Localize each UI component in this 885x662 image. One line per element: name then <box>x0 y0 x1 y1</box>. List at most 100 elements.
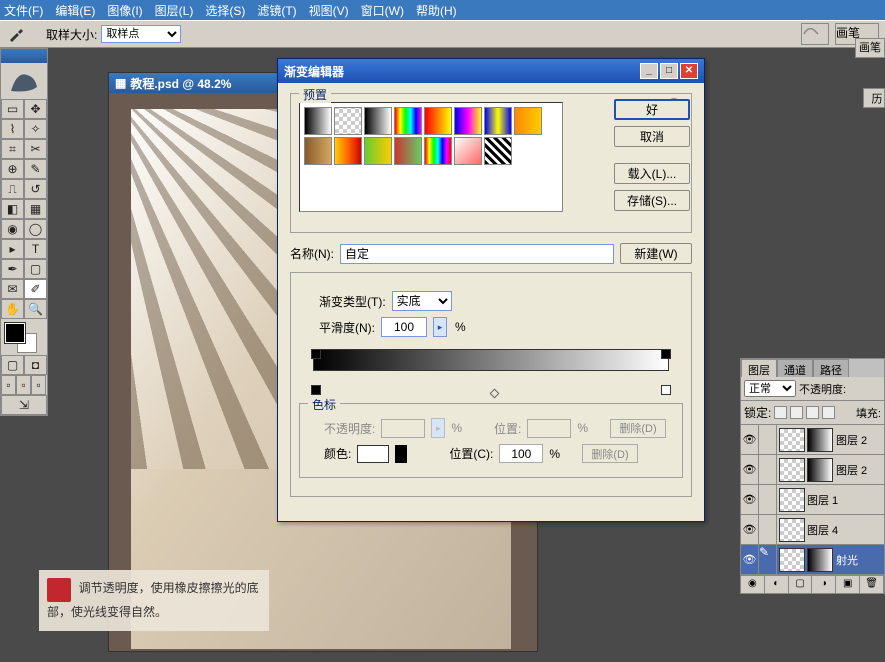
mask-icon[interactable]: ◐ <box>765 576 789 593</box>
layer-row[interactable]: 👁 图层 2 <box>741 425 884 455</box>
zoom-tool[interactable]: 🔍 <box>24 299 47 319</box>
link-cell[interactable] <box>759 455 777 485</box>
mask-thumb[interactable] <box>807 458 833 482</box>
dodge-tool[interactable]: ◯ <box>24 219 47 239</box>
link-cell[interactable]: ✎ <box>759 545 777 575</box>
preset-12[interactable] <box>424 137 452 165</box>
menu-window[interactable]: 窗口(W) <box>361 2 404 19</box>
preset-0[interactable] <box>304 107 332 135</box>
slice-tool[interactable]: ✂ <box>24 139 47 159</box>
move-tool[interactable]: ✥ <box>24 99 47 119</box>
lock-pos-icon[interactable] <box>806 406 819 419</box>
lock-trans-icon[interactable] <box>774 406 787 419</box>
menu-select[interactable]: 选择(S) <box>205 2 245 19</box>
screen-mode-3[interactable]: ▫ <box>31 375 46 395</box>
visibility-icon[interactable]: 👁 <box>741 485 759 515</box>
stop-position-input-2[interactable] <box>499 444 543 463</box>
name-input[interactable] <box>340 244 614 264</box>
preset-7[interactable] <box>514 107 542 135</box>
color-stop-right[interactable] <box>661 385 671 395</box>
visibility-icon[interactable]: 👁 <box>741 455 759 485</box>
folder-icon[interactable]: ▢ <box>789 576 813 593</box>
tab-layers[interactable]: 图层 <box>741 359 777 377</box>
link-cell[interactable] <box>759 485 777 515</box>
menu-filter[interactable]: 滤镜(T) <box>257 2 296 19</box>
preset-5[interactable] <box>454 107 482 135</box>
stop-color-swatch[interactable] <box>357 445 389 463</box>
lock-paint-icon[interactable] <box>790 406 803 419</box>
preset-9[interactable] <box>334 137 362 165</box>
color-arrow-icon[interactable]: ▸ <box>395 445 407 463</box>
preset-4[interactable] <box>424 107 452 135</box>
gradient-preview[interactable] <box>313 349 669 371</box>
blend-mode-select[interactable]: 正常 <box>744 380 796 397</box>
menu-image[interactable]: 图像(I) <box>107 2 142 19</box>
foreground-color[interactable] <box>5 323 25 343</box>
layer-thumb[interactable] <box>779 458 805 482</box>
sample-size-select[interactable]: 取样点 <box>101 25 181 43</box>
close-button[interactable]: ✕ <box>680 63 698 79</box>
maximize-button[interactable]: □ <box>660 63 678 79</box>
layer-thumb[interactable] <box>779 518 805 542</box>
notes-tool[interactable]: ✉ <box>1 279 24 299</box>
preset-2[interactable] <box>364 107 392 135</box>
opt-icon-1[interactable] <box>801 23 829 45</box>
adjust-icon[interactable]: ◑ <box>812 576 836 593</box>
type-tool[interactable]: T <box>24 239 47 259</box>
lock-all-icon[interactable] <box>822 406 835 419</box>
new-layer-icon[interactable]: ▣ <box>836 576 860 593</box>
link-cell[interactable] <box>759 515 777 545</box>
wand-tool[interactable]: ✧ <box>24 119 47 139</box>
dialog-titlebar[interactable]: 渐变编辑器 _ □ ✕ <box>278 59 704 83</box>
shape-tool[interactable]: ▢ <box>24 259 47 279</box>
visibility-icon[interactable]: 👁 <box>741 425 759 455</box>
eraser-tool[interactable]: ◧ <box>1 199 24 219</box>
opacity-stop-right[interactable] <box>661 349 671 359</box>
layer-thumb[interactable] <box>779 488 805 512</box>
opacity-stop-left[interactable] <box>311 349 321 359</box>
preset-6[interactable] <box>484 107 512 135</box>
visibility-icon[interactable]: 👁 <box>741 515 759 545</box>
visibility-icon[interactable]: 👁 <box>741 545 759 575</box>
layer-thumb[interactable] <box>779 428 805 452</box>
midpoint-icon[interactable] <box>490 389 500 399</box>
mask-thumb[interactable] <box>807 548 833 572</box>
screen-mode-1[interactable]: ▫ <box>1 375 16 395</box>
ok-button[interactable]: 好 <box>614 99 690 120</box>
menu-view[interactable]: 视图(V) <box>309 2 349 19</box>
preset-8[interactable] <box>304 137 332 165</box>
tab-channels[interactable]: 通道 <box>777 359 813 377</box>
history-tab[interactable]: 历 <box>863 88 885 108</box>
marquee-tool[interactable]: ▭ <box>1 99 24 119</box>
screen-mode-2[interactable]: ▫ <box>16 375 31 395</box>
pen-tool[interactable]: ✒ <box>1 259 24 279</box>
path-tool[interactable]: ▸ <box>1 239 24 259</box>
preset-13[interactable] <box>454 137 482 165</box>
hand-tool[interactable]: ✋ <box>1 299 24 319</box>
preset-10[interactable] <box>364 137 392 165</box>
smooth-input[interactable] <box>381 317 427 337</box>
cancel-button[interactable]: 取消 <box>614 126 690 147</box>
menu-layer[interactable]: 图层(L) <box>155 2 194 19</box>
toolbox-header[interactable] <box>1 49 47 63</box>
preset-1[interactable] <box>334 107 362 135</box>
save-button[interactable]: 存储(S)... <box>614 190 690 211</box>
history-brush-tool[interactable]: ↺ <box>24 179 47 199</box>
color-stop-left[interactable] <box>311 385 321 395</box>
gradient-tool[interactable]: ▦ <box>24 199 47 219</box>
link-cell[interactable] <box>759 425 777 455</box>
layer-row[interactable]: 👁 图层 4 <box>741 515 884 545</box>
new-button[interactable]: 新建(W) <box>620 243 692 264</box>
color-swatches[interactable] <box>1 319 47 355</box>
layer-row[interactable]: 👁 ✎ 射光 <box>741 545 884 575</box>
lasso-tool[interactable]: ⌇ <box>1 119 24 139</box>
menu-help[interactable]: 帮助(H) <box>416 2 457 19</box>
preset-14[interactable] <box>484 137 512 165</box>
smooth-spinner[interactable]: ▸ <box>433 317 447 337</box>
quickmask-mode[interactable]: ◘ <box>24 355 47 375</box>
preset-3[interactable] <box>394 107 422 135</box>
gradient-bar[interactable] <box>305 349 677 395</box>
blur-tool[interactable]: ◉ <box>1 219 24 239</box>
jump-to[interactable]: ⇲ <box>1 395 47 415</box>
brush-tab[interactable]: 画笔 <box>855 38 885 58</box>
